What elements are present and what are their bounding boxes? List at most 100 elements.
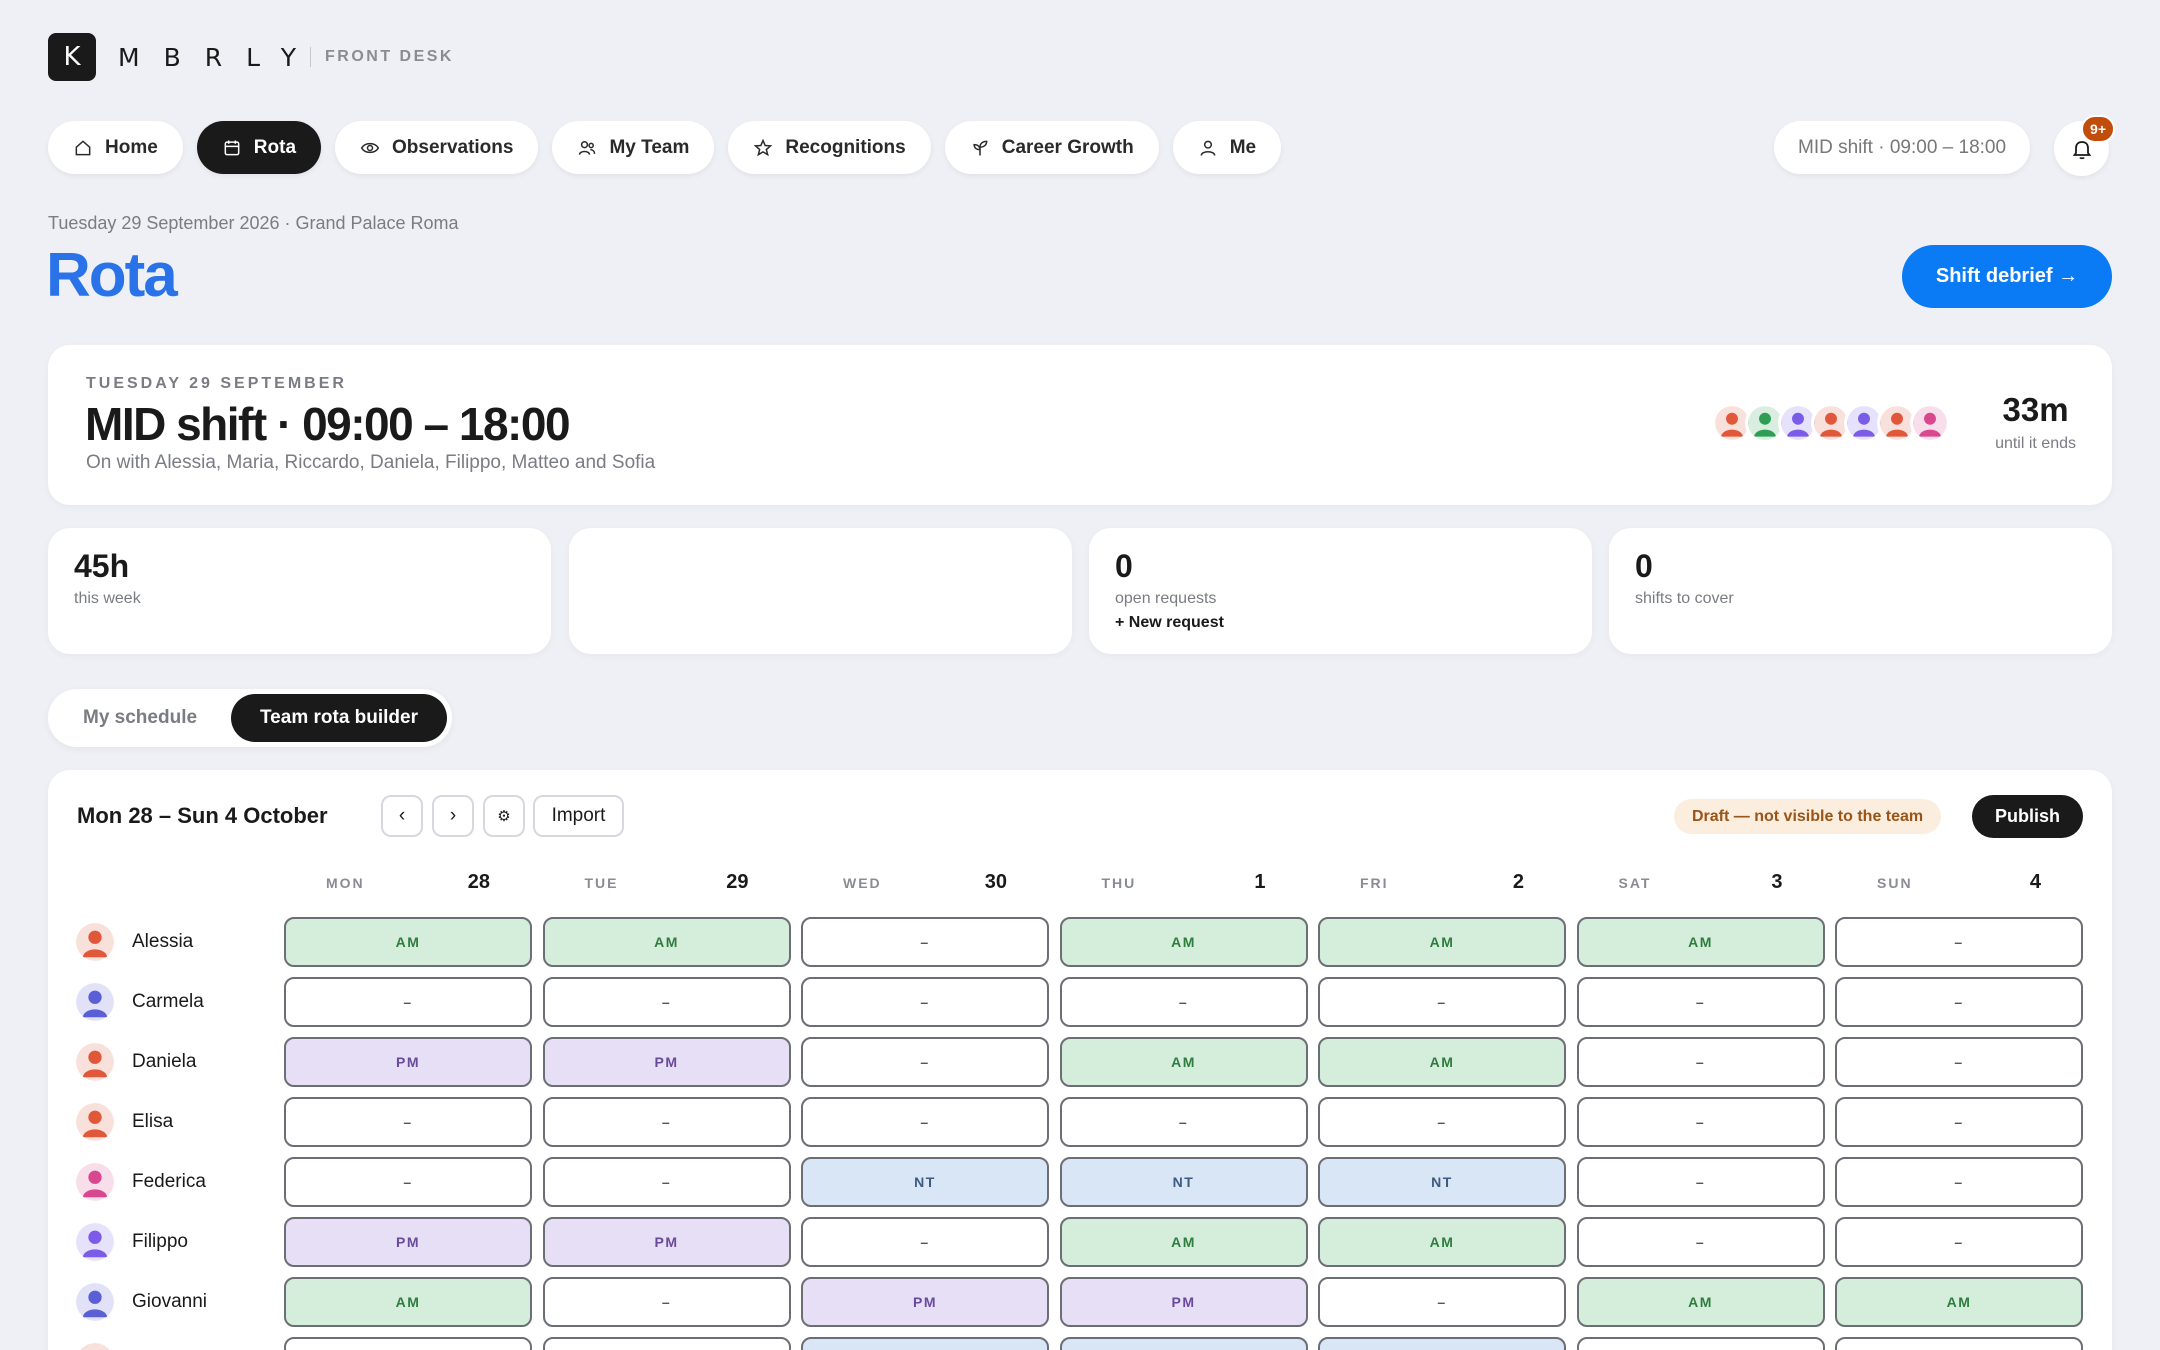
shift-cell[interactable]: AM — [1059, 917, 1308, 967]
shift-cell[interactable]: AM — [1576, 1277, 1825, 1327]
day-header: WED 30 — [801, 871, 1049, 897]
shift-cell[interactable]: – — [284, 1097, 532, 1147]
shift-cell[interactable]: – — [1318, 1277, 1566, 1327]
shift-cell[interactable]: PM — [542, 1037, 791, 1087]
day-date: 28 — [467, 871, 490, 893]
shift-cell[interactable]: – — [542, 1097, 791, 1147]
shift-cell[interactable]: – — [542, 977, 791, 1027]
shift-cell[interactable]: – — [1576, 1037, 1825, 1087]
day-date: 2 — [1512, 871, 1524, 893]
calendar-icon — [224, 140, 240, 155]
nav-recognitions[interactable]: Recognitions — [728, 121, 931, 174]
shift-cell[interactable]: – — [1576, 1217, 1825, 1267]
page-title: Rota — [46, 241, 178, 310]
tab-team-rota-builder[interactable]: Team rota builder — [231, 694, 447, 742]
staff-row-label: Filippo — [76, 1223, 188, 1261]
avatar — [76, 1103, 114, 1141]
day-header: SUN 4 — [1835, 871, 2083, 897]
nav-home[interactable]: Home — [48, 121, 183, 174]
nav-label: Home — [105, 136, 158, 158]
shift-cell[interactable]: – — [542, 1157, 791, 1207]
shift-cell[interactable]: PM — [801, 1277, 1049, 1327]
shift-cell[interactable]: – — [542, 1277, 791, 1327]
shift-title: MID shift · 09:00 – 18:00 — [85, 398, 571, 450]
shift-cell[interactable]: – — [1835, 1337, 2083, 1350]
next-week-button[interactable]: › — [432, 795, 474, 837]
logo[interactable]: K — [48, 33, 96, 81]
shift-cell[interactable]: AM — [1318, 1217, 1566, 1267]
shift-cell[interactable]: – — [1576, 1097, 1825, 1147]
shift-cell[interactable]: – — [801, 917, 1049, 967]
shift-cell[interactable]: – — [1318, 977, 1566, 1027]
shift-cell[interactable]: AM — [1059, 1037, 1308, 1087]
shift-cell[interactable]: PM — [284, 1217, 532, 1267]
page-subtitle: Tuesday 29 September 2026 · Grand Palace… — [48, 213, 459, 233]
shift-cell[interactable]: NT — [1059, 1157, 1308, 1207]
day-name: SUN — [1877, 875, 1913, 891]
prev-week-button[interactable]: ‹ — [381, 795, 423, 837]
shift-cell[interactable]: – — [1059, 1097, 1308, 1147]
shift-cell[interactable]: – — [1576, 977, 1825, 1027]
shift-cell[interactable]: AM — [1318, 917, 1566, 967]
day-name: WED — [843, 875, 882, 891]
shift-cell[interactable]: – — [801, 1097, 1049, 1147]
new-request-link[interactable]: + New request — [1115, 614, 1224, 632]
shift-cell[interactable]: – — [801, 1217, 1049, 1267]
shift-debrief-button[interactable]: Shift debrief → — [1902, 245, 2112, 308]
tab-my-schedule[interactable]: My schedule — [83, 689, 197, 747]
current-shift-card: TUESDAY 29 SEPTEMBER MID shift · 09:00 –… — [48, 345, 2112, 505]
shift-cell[interactable]: – — [801, 1037, 1049, 1087]
shift-date: TUESDAY 29 SEPTEMBER — [86, 375, 347, 392]
shift-cell[interactable]: – — [1059, 977, 1308, 1027]
shift-cell[interactable]: – — [1835, 917, 2083, 967]
shift-cell[interactable]: – — [801, 977, 1049, 1027]
shift-cell[interactable]: – — [1835, 1037, 2083, 1087]
shift-cell[interactable]: – — [1835, 1157, 2083, 1207]
shift-cell[interactable]: – — [1835, 1097, 2083, 1147]
shift-cell[interactable]: NT — [801, 1337, 1049, 1350]
publish-button[interactable]: Publish — [1972, 795, 2083, 838]
shift-cell[interactable]: NT — [1059, 1337, 1308, 1350]
stat-value: 0 — [1635, 548, 1653, 584]
countdown-value: 33m — [2002, 391, 2069, 428]
shift-cell[interactable]: AM — [284, 917, 532, 967]
shift-cell[interactable]: AM — [284, 1277, 532, 1327]
stat-empty — [569, 528, 1072, 654]
shift-cell[interactable]: – — [1318, 1097, 1566, 1147]
shift-cell[interactable]: – — [1576, 1337, 1825, 1350]
day-date: 29 — [726, 871, 749, 893]
nav-career-growth[interactable]: Career Growth — [944, 121, 1159, 174]
shift-cell[interactable]: – — [284, 1157, 532, 1207]
current-shift-pill[interactable]: MID shift · 09:00 – 18:00 — [1774, 121, 2031, 174]
shift-cell[interactable]: – — [1835, 977, 2083, 1027]
shift-cell[interactable]: – — [542, 1337, 791, 1350]
colleague-avatar[interactable] — [1910, 403, 1950, 443]
shift-cell[interactable]: PM — [1059, 1277, 1308, 1327]
nav-my-team[interactable]: My Team — [552, 121, 715, 174]
shift-cell[interactable]: NT — [801, 1157, 1049, 1207]
day-header: THU 1 — [1060, 871, 1308, 897]
shift-cell[interactable]: NT — [1318, 1337, 1566, 1350]
notifications-button[interactable]: 9+ — [2054, 115, 2115, 176]
brand-subtitle: FRONT DESK — [324, 48, 454, 65]
shift-cell[interactable]: PM — [284, 1037, 532, 1087]
shift-cell[interactable]: AM — [1318, 1037, 1566, 1087]
user-icon — [1200, 140, 1216, 156]
nav-me[interactable]: Me — [1172, 121, 1282, 174]
shift-cell[interactable]: – — [1576, 1157, 1825, 1207]
shift-cell[interactable]: – — [284, 977, 532, 1027]
shift-cell[interactable]: AM — [1576, 917, 1825, 967]
shift-cell[interactable]: AM — [542, 917, 791, 967]
import-button[interactable]: Import — [533, 795, 624, 837]
shift-cell[interactable]: AM — [1835, 1277, 2083, 1327]
shift-cell[interactable]: – — [1835, 1217, 2083, 1267]
nav-rota[interactable]: Rota — [196, 121, 322, 174]
shift-cell[interactable]: AM — [1059, 1217, 1308, 1267]
shift-cell[interactable]: NT — [1318, 1157, 1566, 1207]
nav-label: Observations — [392, 136, 514, 158]
shift-cell[interactable]: – — [284, 1337, 532, 1350]
shift-cell[interactable]: PM — [542, 1217, 791, 1267]
nav-observations[interactable]: Observations — [335, 121, 539, 174]
settings-button[interactable]: ⚙ — [483, 795, 525, 837]
stat-value: 45h — [74, 548, 130, 584]
